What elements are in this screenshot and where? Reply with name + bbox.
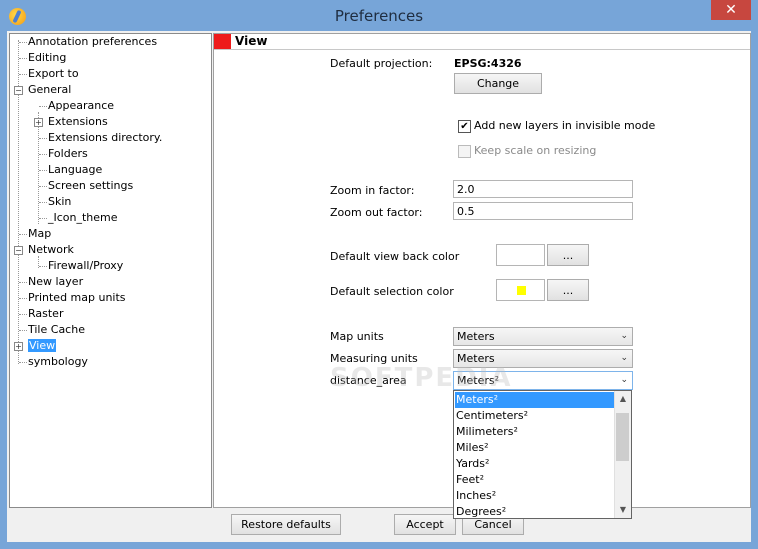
tree-item-editing[interactable]: Editing: [19, 50, 66, 66]
keep-scale-label: Keep scale on resizing: [474, 144, 597, 157]
distance-area-dropdown[interactable]: Meters² Centimeters² Milimeters² Miles² …: [453, 390, 632, 519]
tree-item-firewall-proxy[interactable]: Firewall/Proxy: [39, 258, 123, 274]
panel-title: View: [235, 34, 268, 48]
tree-item-symbology[interactable]: symbology: [19, 354, 88, 370]
tree-item-label: Skin: [48, 195, 72, 208]
default-projection-label: Default projection:: [330, 57, 433, 70]
tree-item-label: Extensions: [48, 115, 108, 128]
default-projection-value: EPSG:4326: [454, 57, 522, 70]
add-invisible-checkbox[interactable]: ✔: [458, 120, 471, 133]
tree-item-label: New layer: [28, 275, 84, 288]
tree-item-label: Network: [28, 243, 74, 256]
tree-item-label: Tile Cache: [28, 323, 85, 336]
tree-item-tile-cache[interactable]: Tile Cache: [19, 322, 85, 338]
tree-item-annotation-preferences[interactable]: Annotation preferences: [19, 34, 157, 50]
dropdown-option[interactable]: Miles²: [455, 440, 616, 456]
preferences-tree[interactable]: Annotation preferences Editing Export to…: [9, 33, 212, 508]
tree-item-label: Language: [48, 163, 103, 176]
dropdown-option[interactable]: Centimeters²: [455, 408, 616, 424]
tree-item-printed-map-units[interactable]: Printed map units: [19, 290, 126, 306]
tree-item-icon-theme[interactable]: _Icon_theme: [39, 210, 118, 226]
zoom-in-label: Zoom in factor:: [330, 184, 415, 197]
tree-item-label: _Icon_theme: [48, 211, 118, 224]
tree-item-label: Firewall/Proxy: [48, 259, 124, 272]
add-invisible-label: Add new layers in invisible mode: [474, 119, 656, 132]
tree-item-skin[interactable]: Skin: [39, 194, 71, 210]
tree-item-extensions[interactable]: Extensions: [39, 114, 108, 130]
chevron-down-icon: ⌄: [620, 353, 628, 363]
close-button[interactable]: ✕: [711, 0, 751, 20]
panel-header: View: [214, 34, 750, 50]
dropdown-option[interactable]: Meters²: [455, 392, 616, 408]
dropdown-option[interactable]: Feet²: [455, 472, 616, 488]
tree-item-network[interactable]: Network: [19, 242, 74, 258]
tree-item-folders[interactable]: Folders: [39, 146, 88, 162]
accept-button[interactable]: Accept: [394, 514, 456, 535]
selection-color-picker-button[interactable]: ...: [547, 279, 589, 301]
back-color-picker-button[interactable]: ...: [547, 244, 589, 266]
tree-item-language[interactable]: Language: [39, 162, 102, 178]
tree-item-label: Appearance: [48, 99, 115, 112]
dropdown-scrollbar[interactable]: ▲ ▼: [614, 391, 631, 518]
tree-item-label: View: [28, 339, 57, 352]
zoom-in-input[interactable]: 2.0: [453, 180, 633, 198]
back-color-label: Default view back color: [330, 250, 460, 263]
tree-item-label: Editing: [28, 51, 67, 64]
scroll-down-icon[interactable]: ▼: [615, 502, 631, 518]
map-units-value: Meters: [457, 330, 495, 343]
chevron-down-icon: ⌄: [620, 375, 628, 385]
tree-item-label: symbology: [28, 355, 88, 368]
tree-item-label: Annotation preferences: [28, 35, 158, 48]
tree-item-view[interactable]: View: [19, 338, 57, 354]
tree-item-map[interactable]: Map: [19, 226, 51, 242]
scroll-thumb[interactable]: [616, 413, 629, 461]
tree-item-export-to[interactable]: Export to: [19, 66, 79, 82]
tree-item-screen-settings[interactable]: Screen settings: [39, 178, 133, 194]
map-units-label: Map units: [330, 330, 384, 343]
tree-item-label: Export to: [28, 67, 79, 80]
zoom-out-label: Zoom out factor:: [330, 206, 423, 219]
tree-item-label: Folders: [48, 147, 88, 160]
watermark: SOFTPEDIA: [330, 363, 513, 393]
keep-scale-checkbox[interactable]: [458, 145, 471, 158]
map-units-select[interactable]: Meters ⌄: [453, 327, 633, 346]
tree-item-label: Screen settings: [48, 179, 134, 192]
dropdown-option[interactable]: Yards²: [455, 456, 616, 472]
tree-item-extensions-directory[interactable]: Extensions directory.: [39, 130, 162, 146]
tree-item-label: Map: [28, 227, 52, 240]
scroll-up-icon[interactable]: ▲: [615, 391, 631, 407]
zoom-out-input[interactable]: 0.5: [453, 202, 633, 220]
selection-color-swatch: [496, 279, 545, 301]
tree-item-raster[interactable]: Raster: [19, 306, 63, 322]
tree-item-new-layer[interactable]: New layer: [19, 274, 83, 290]
preferences-window: Preferences ✕ Annotation preferences Edi…: [0, 0, 758, 549]
tree-item-label: Printed map units: [28, 291, 126, 304]
change-projection-button[interactable]: Change: [454, 73, 542, 94]
tree-item-label: Raster: [28, 307, 64, 320]
window-title: Preferences: [334, 7, 424, 25]
dropdown-option[interactable]: Inches²: [455, 488, 616, 504]
tree-item-appearance[interactable]: Appearance: [39, 98, 114, 114]
title-bar[interactable]: Preferences ✕: [0, 0, 758, 31]
dropdown-option[interactable]: Degrees²: [455, 504, 616, 518]
back-color-swatch: [496, 244, 545, 266]
tree-item-label: General: [28, 83, 72, 96]
tree-item-general[interactable]: General: [19, 82, 71, 98]
dropdown-option[interactable]: Milimeters²: [455, 424, 616, 440]
header-color-mark: [214, 34, 231, 49]
selection-color-label: Default selection color: [330, 285, 454, 298]
restore-defaults-button[interactable]: Restore defaults: [231, 514, 341, 535]
tree-item-label: Extensions directory.: [48, 131, 163, 144]
dialog-body: Annotation preferences Editing Export to…: [7, 31, 751, 542]
chevron-down-icon: ⌄: [620, 331, 628, 341]
